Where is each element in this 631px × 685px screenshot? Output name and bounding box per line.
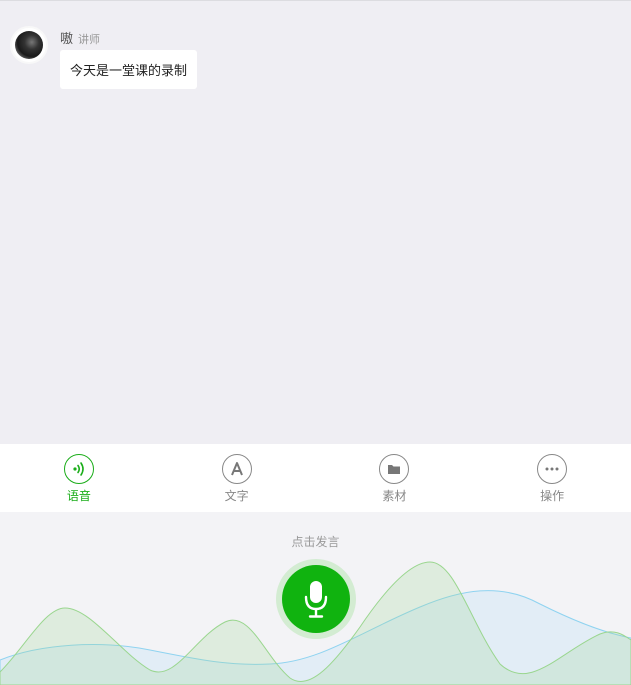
- tab-voice[interactable]: 语音: [0, 444, 158, 512]
- avatar[interactable]: [10, 26, 48, 64]
- tab-material[interactable]: 素材: [316, 444, 474, 512]
- chat-message: 嗷 讲师 今天是一堂课的录制: [10, 26, 198, 89]
- message-meta: 嗷 讲师: [60, 28, 197, 47]
- message-body: 嗷 讲师 今天是一堂课的录制: [60, 28, 198, 89]
- message-bubble[interactable]: 今天是一堂课的录制: [60, 50, 198, 89]
- tab-voice-label: 语音: [66, 489, 91, 503]
- voice-icon: [63, 454, 94, 484]
- sender-role: 讲师: [78, 33, 101, 46]
- tab-material-label: 素材: [382, 489, 407, 503]
- folder-icon: [379, 454, 410, 484]
- recorder-hint: 点击发言: [291, 535, 340, 549]
- record-button[interactable]: [282, 565, 350, 633]
- tab-operations-label: 操作: [540, 489, 565, 503]
- tab-text-label: 文字: [224, 489, 249, 503]
- chat-area: 嗷 讲师 今天是一堂课的录制: [0, 0, 631, 444]
- more-dots-icon: [537, 454, 568, 484]
- text-a-icon: [221, 454, 252, 484]
- avatar-photo: [15, 31, 43, 59]
- microphone-icon: [304, 581, 328, 618]
- tab-text[interactable]: 文字: [158, 444, 316, 512]
- input-mode-tabbar: 语音 文字 素材 操作: [0, 444, 631, 512]
- mic-button-ring: [276, 559, 356, 639]
- voice-recorder-panel: 点击发言: [0, 512, 631, 685]
- tab-operations[interactable]: 操作: [473, 444, 631, 512]
- sender-name: 嗷: [60, 32, 74, 47]
